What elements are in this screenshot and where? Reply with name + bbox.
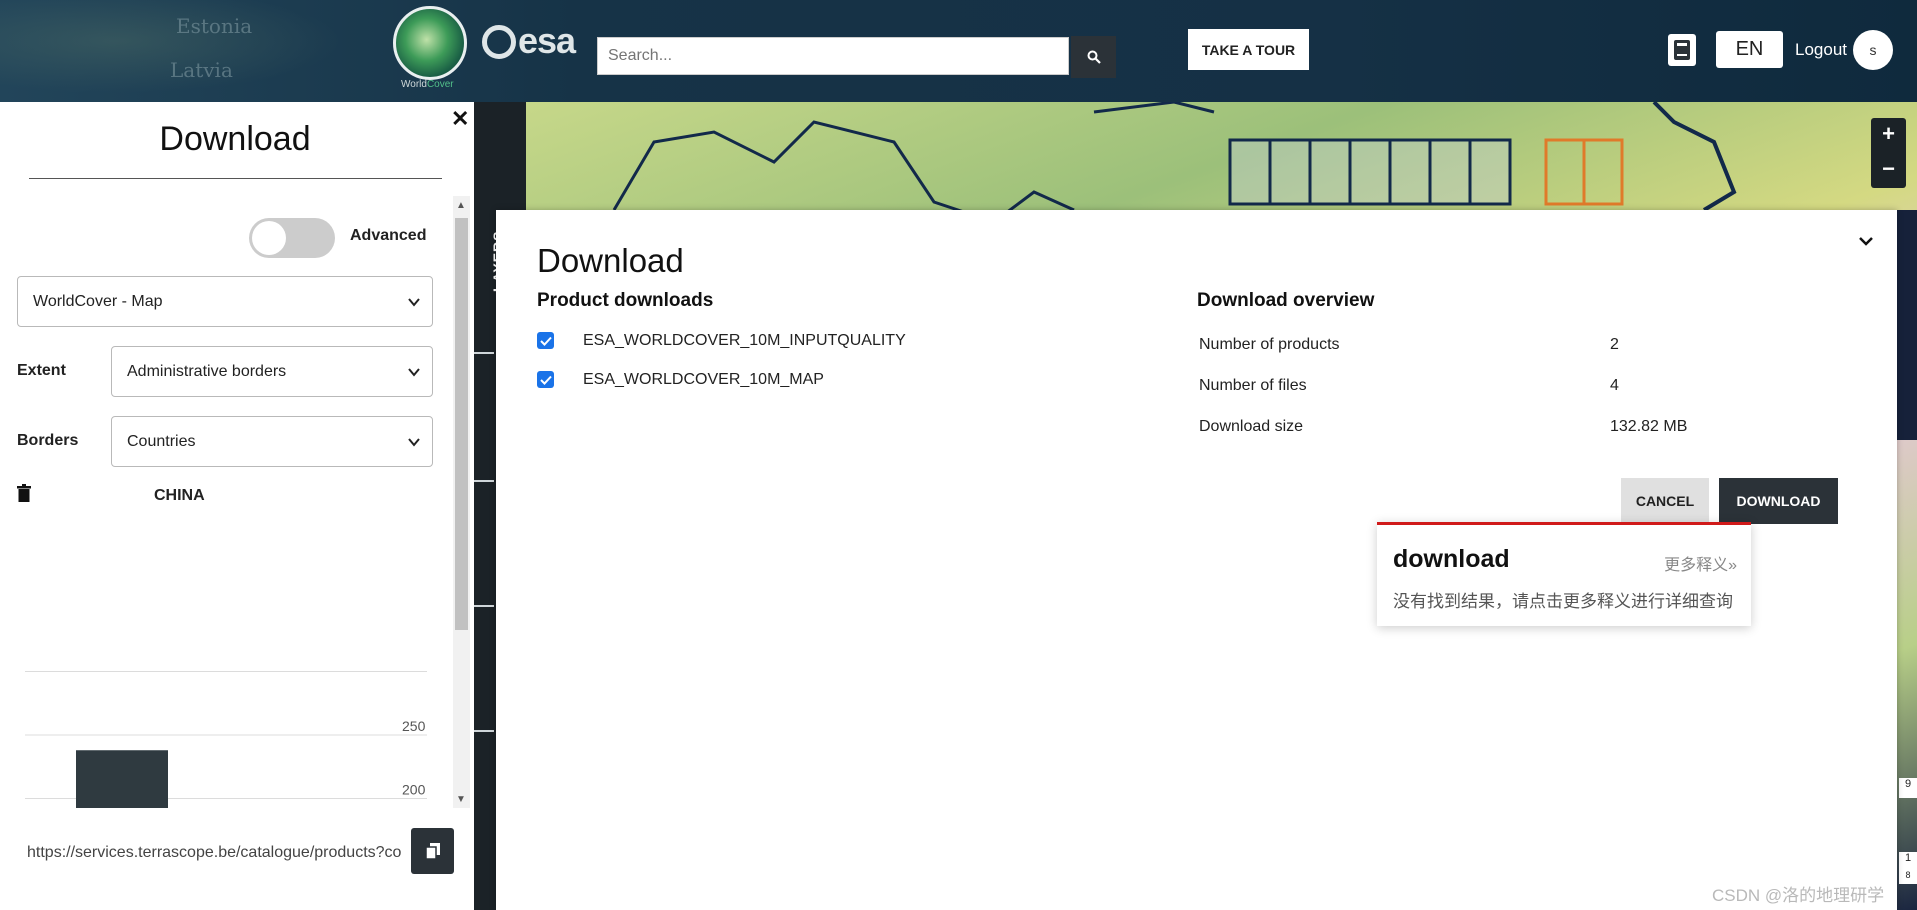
- map-edge-label: 1: [1899, 852, 1917, 870]
- copy-icon: [425, 843, 440, 859]
- chevron-down-icon: [408, 298, 420, 307]
- check-icon: [539, 375, 552, 385]
- download-overview-heading: Download overview: [1197, 290, 1375, 311]
- download-url[interactable]: https://services.terrascope.be/catalogue…: [27, 844, 403, 862]
- layers-divider: [474, 352, 494, 354]
- zoom-out-button[interactable]: −: [1871, 153, 1906, 188]
- popup-word: download: [1393, 545, 1510, 573]
- search-icon: [1087, 50, 1101, 64]
- close-icon[interactable]: ✕: [451, 106, 469, 132]
- title-divider: [29, 178, 442, 179]
- dictionary-popup: download 更多释义» 没有找到结果，请点击更多释义进行详细查询: [1377, 522, 1751, 626]
- map-label-estonia: Estonia: [176, 14, 253, 38]
- popup-message: 没有找到结果，请点击更多释义进行详细查询: [1393, 592, 1733, 611]
- product-name: ESA_WORLDCOVER_10M_MAP: [583, 371, 824, 388]
- book-icon: [1674, 40, 1690, 60]
- check-icon: [539, 336, 552, 346]
- overview-value: 2: [1610, 336, 1619, 353]
- chart-tick-label: 200: [402, 782, 426, 798]
- map-edge-label: 9: [1899, 778, 1917, 798]
- borders-select[interactable]: Countries: [111, 416, 433, 467]
- zoom-in-button[interactable]: +: [1871, 118, 1906, 153]
- overview-label: Download size: [1199, 418, 1304, 435]
- chart-tick-label: 250: [402, 718, 426, 734]
- advanced-toggle[interactable]: [249, 218, 335, 258]
- product-checkbox-inputquality[interactable]: [537, 332, 554, 349]
- modal-title: Download: [537, 242, 684, 279]
- map-water-strip: [1897, 210, 1917, 440]
- esa-ring-icon: [482, 25, 516, 59]
- worldcover-logo-text: WorldCover: [401, 79, 454, 90]
- top-header: Estonia Latvia WorldCover esa TAKE A TOU…: [0, 0, 1917, 102]
- language-selector[interactable]: EN: [1716, 31, 1783, 68]
- layers-divider: [474, 605, 494, 607]
- search-button[interactable]: [1071, 36, 1116, 78]
- selected-country: CHINA: [154, 487, 205, 504]
- download-side-panel: Download ✕ ▲ ▼ Advanced WorldCover - Map…: [0, 102, 474, 910]
- tile-grid-selected: [1228, 138, 1512, 206]
- toggle-knob: [252, 221, 286, 255]
- borders-label: Borders: [17, 432, 79, 449]
- trash-icon[interactable]: [17, 484, 31, 502]
- more-definitions-link[interactable]: 更多释义»: [1664, 551, 1737, 575]
- overview-label: Number of files: [1199, 377, 1307, 394]
- zoom-control: + −: [1871, 118, 1906, 188]
- product-name: ESA_WORLDCOVER_10M_INPUTQUALITY: [583, 332, 906, 349]
- scroll-down-arrow[interactable]: ▼: [456, 794, 466, 805]
- chevron-down-icon: [408, 368, 420, 377]
- product-downloads-heading: Product downloads: [537, 290, 714, 311]
- overview-label: Number of products: [1199, 336, 1340, 353]
- cancel-button[interactable]: CANCEL: [1621, 478, 1709, 524]
- url-row: https://services.terrascope.be/catalogue…: [0, 808, 474, 910]
- panel-scrollbar[interactable]: ▲ ▼: [453, 196, 470, 810]
- manual-button[interactable]: [1668, 34, 1696, 66]
- chart-bar[interactable]: [76, 750, 168, 812]
- scrollbar-thumb[interactable]: [455, 218, 468, 630]
- extent-select-value: Administrative borders: [127, 362, 287, 380]
- product-checkbox-map[interactable]: [537, 371, 554, 388]
- extent-label: Extent: [17, 362, 66, 379]
- watermark: CSDN @洛的地理研学: [1712, 886, 1885, 905]
- download-button[interactable]: DOWNLOAD: [1719, 478, 1838, 524]
- area-chart: 150200250: [25, 671, 427, 812]
- search-input[interactable]: [597, 37, 1069, 75]
- tile-grid-pending: [1544, 138, 1624, 206]
- chevron-down-icon: [408, 438, 420, 447]
- copy-url-button[interactable]: [411, 828, 454, 874]
- take-a-tour-button[interactable]: TAKE A TOUR: [1188, 29, 1309, 70]
- advanced-label: Advanced: [350, 227, 427, 244]
- map-border-line-2: [1093, 102, 1215, 114]
- logout-link[interactable]: Logout: [1795, 40, 1847, 60]
- overview-value: 4: [1610, 377, 1619, 394]
- product-select[interactable]: WorldCover - Map: [17, 276, 433, 327]
- map-label-latvia: Latvia: [170, 58, 233, 82]
- borders-select-value: Countries: [127, 432, 196, 450]
- overview-value: 132.82 MB: [1610, 418, 1688, 435]
- user-avatar[interactable]: s: [1853, 30, 1893, 70]
- worldcover-logo[interactable]: [393, 6, 467, 80]
- panel-title: Download: [159, 120, 311, 158]
- esa-logo[interactable]: esa: [482, 20, 578, 64]
- map-edge-label: 8: [1899, 870, 1917, 884]
- map-coast-line: [1652, 102, 1737, 212]
- map-border-line: [612, 120, 1075, 224]
- extent-select[interactable]: Administrative borders: [111, 346, 433, 397]
- layers-divider: [474, 480, 494, 482]
- scroll-up-arrow[interactable]: ▲: [456, 200, 466, 211]
- layers-divider: [474, 730, 494, 732]
- product-select-value: WorldCover - Map: [33, 292, 163, 310]
- chevron-down-icon[interactable]: [1857, 232, 1875, 250]
